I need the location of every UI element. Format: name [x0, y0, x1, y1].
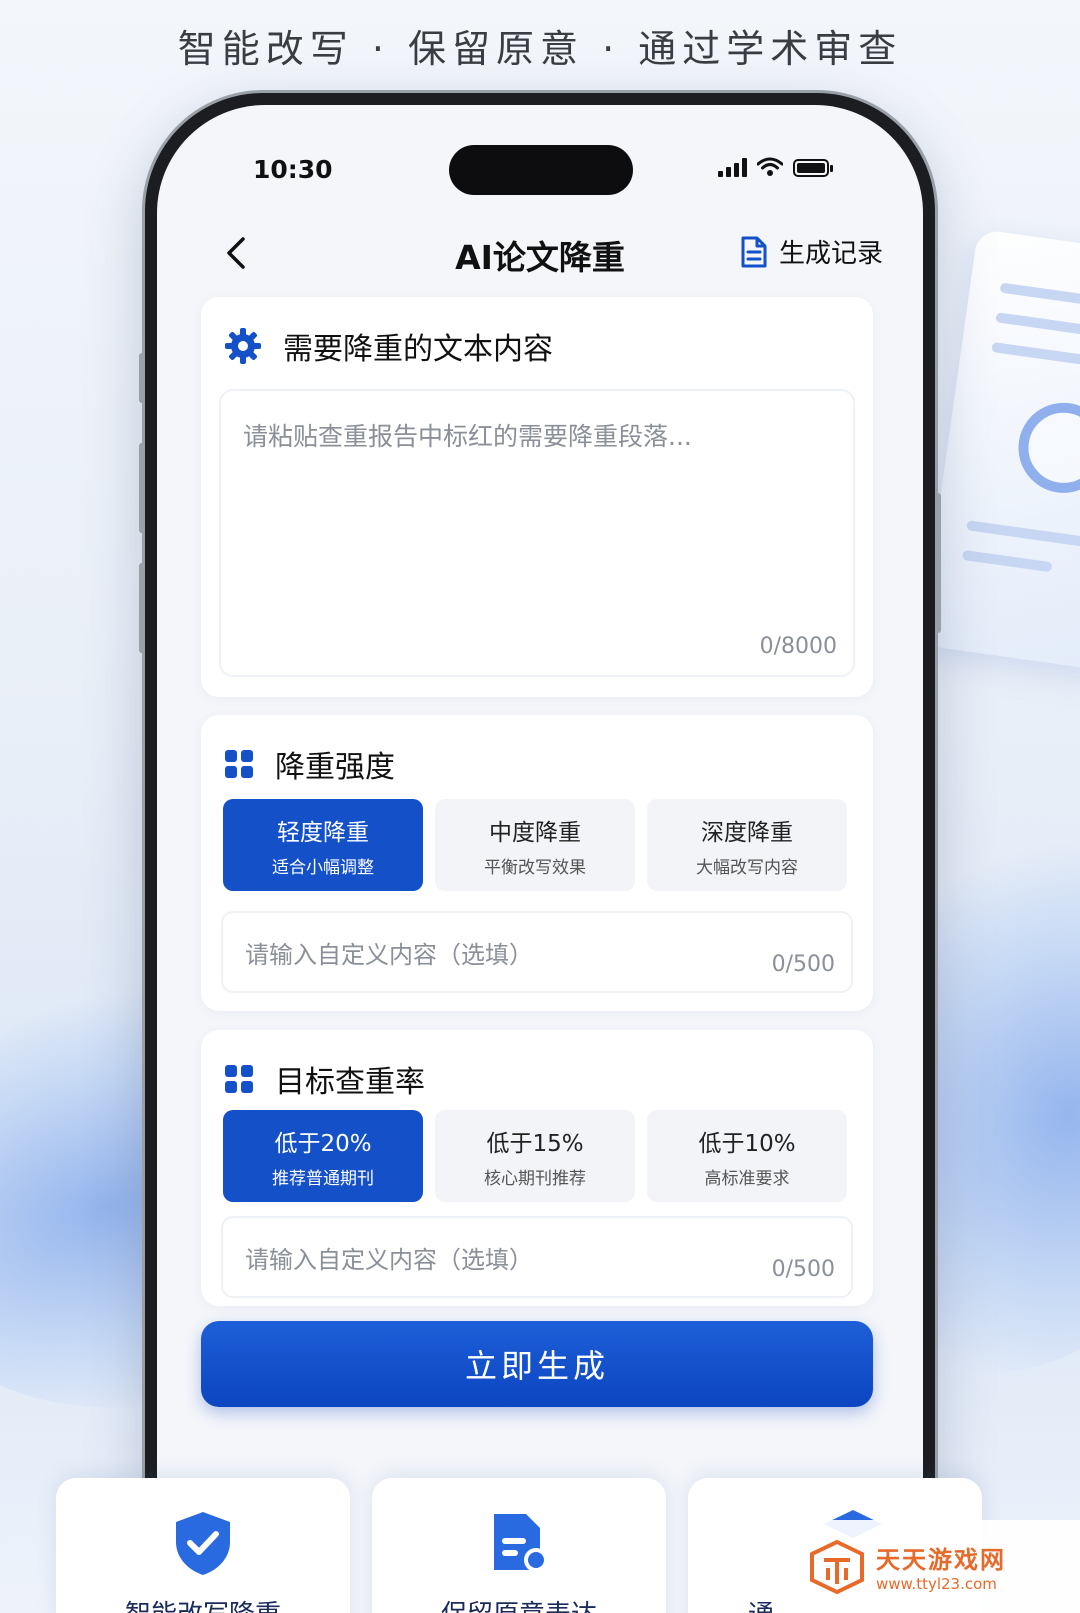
history-label: 生成记录 [778, 239, 883, 269]
grid-icon [225, 750, 253, 778]
signal-icon [718, 157, 747, 177]
target-option-20[interactable]: 低于20% 推荐普通期刊 [223, 1110, 423, 1202]
target-custom-placeholder: 请输入自定义内容（选填） [245, 1246, 533, 1274]
background-document-illustration [919, 228, 1080, 672]
intensity-title: 降重强度 [275, 750, 395, 785]
intensity-header: 降重强度 [201, 715, 873, 785]
watermark-logo-icon [810, 1539, 864, 1594]
intensity-option-deep[interactable]: 深度降重 大幅改写内容 [647, 799, 847, 891]
document-icon [741, 236, 767, 267]
nav-bar: AI论文降重 生成记录 [157, 223, 923, 283]
option-desc: 推荐普通期刊 [272, 1168, 374, 1189]
feature-card-meaning: 保留原意表达 [372, 1478, 666, 1613]
option-label: 低于20% [274, 1130, 372, 1157]
back-chevron-icon[interactable] [217, 233, 257, 273]
feature-label: 通 [748, 1594, 774, 1613]
option-desc: 适合小幅调整 [272, 857, 374, 878]
document-chat-icon [494, 1514, 548, 1572]
text-content-input[interactable]: 请粘贴查重报告中标红的需要降重段落... 0/8000 [219, 389, 855, 677]
option-desc: 核心期刊推荐 [484, 1168, 586, 1189]
text-content-card: 需要降重的文本内容 请粘贴查重报告中标红的需要降重段落... 0/8000 [201, 297, 873, 697]
phone-frame: 10:30 AI论文降重 生成记录 需要降重的文本内容 请粘贴查重报告中标红的需… [139, 93, 941, 1613]
magnifier-icon [1012, 397, 1080, 499]
target-rate-options: 低于20% 推荐普通期刊 低于15% 核心期刊推荐 低于10% 高标准要求 [223, 1110, 847, 1202]
intensity-option-light[interactable]: 轻度降重 适合小幅调整 [223, 799, 423, 891]
generate-button[interactable]: 立即生成 [201, 1321, 873, 1407]
option-desc: 平衡改写效果 [484, 857, 586, 878]
target-custom-counter: 0/500 [771, 1257, 835, 1282]
watermark-name: 天天游戏网 [876, 1546, 1006, 1574]
history-button[interactable]: 生成记录 [739, 233, 883, 270]
battery-icon [793, 159, 833, 177]
target-rate-header: 目标查重率 [201, 1030, 873, 1100]
wifi-icon [757, 157, 783, 176]
text-content-counter: 0/8000 [759, 634, 837, 659]
intensity-option-medium[interactable]: 中度降重 平衡改写效果 [435, 799, 635, 891]
option-label: 深度降重 [701, 819, 793, 846]
dynamic-island [449, 145, 633, 195]
status-time: 10:30 [253, 155, 333, 184]
option-desc: 大幅改写内容 [696, 857, 798, 878]
feature-label: 保留原意表达 [441, 1594, 597, 1613]
app-screen: 10:30 AI论文降重 生成记录 需要降重的文本内容 请粘贴查重报告中标红的需… [157, 105, 923, 1613]
text-content-placeholder: 请粘贴查重报告中标红的需要降重段落... [243, 422, 692, 451]
shield-check-icon [176, 1512, 230, 1575]
intensity-card: 降重强度 轻度降重 适合小幅调整 中度降重 平衡改写效果 深度降重 大幅改写内容… [201, 715, 873, 1011]
option-label: 中度降重 [489, 819, 581, 846]
intensity-custom-placeholder: 请输入自定义内容（选填） [245, 941, 533, 969]
feature-card-rewrite: 智能改写降重 [56, 1478, 350, 1613]
target-rate-title: 目标查重率 [275, 1065, 425, 1100]
target-custom-input[interactable]: 请输入自定义内容（选填） 0/500 [221, 1216, 853, 1298]
target-rate-card: 目标查重率 低于20% 推荐普通期刊 低于15% 核心期刊推荐 低于10% 高标… [201, 1030, 873, 1306]
page-tagline: 智能改写 · 保留原意 · 通过学术审查 [177, 27, 903, 71]
site-watermark: 天天游戏网 www.ttyl23.com [790, 1520, 1080, 1613]
target-option-10[interactable]: 低于10% 高标准要求 [647, 1110, 847, 1202]
intensity-custom-counter: 0/500 [771, 952, 835, 977]
text-content-header: 需要降重的文本内容 [201, 297, 873, 367]
feature-label: 智能改写降重 [125, 1594, 281, 1613]
gear-icon [225, 328, 261, 364]
option-label: 低于10% [698, 1130, 796, 1157]
status-icons [718, 157, 833, 177]
intensity-custom-input[interactable]: 请输入自定义内容（选填） 0/500 [221, 911, 853, 993]
option-label: 低于15% [486, 1130, 584, 1157]
grid-icon [225, 1065, 253, 1093]
watermark-url: www.ttyl23.com [876, 1575, 997, 1593]
intensity-options: 轻度降重 适合小幅调整 中度降重 平衡改写效果 深度降重 大幅改写内容 [223, 799, 847, 891]
text-content-title: 需要降重的文本内容 [283, 332, 553, 367]
target-option-15[interactable]: 低于15% 核心期刊推荐 [435, 1110, 635, 1202]
option-label: 轻度降重 [277, 819, 369, 846]
option-desc: 高标准要求 [704, 1168, 790, 1189]
